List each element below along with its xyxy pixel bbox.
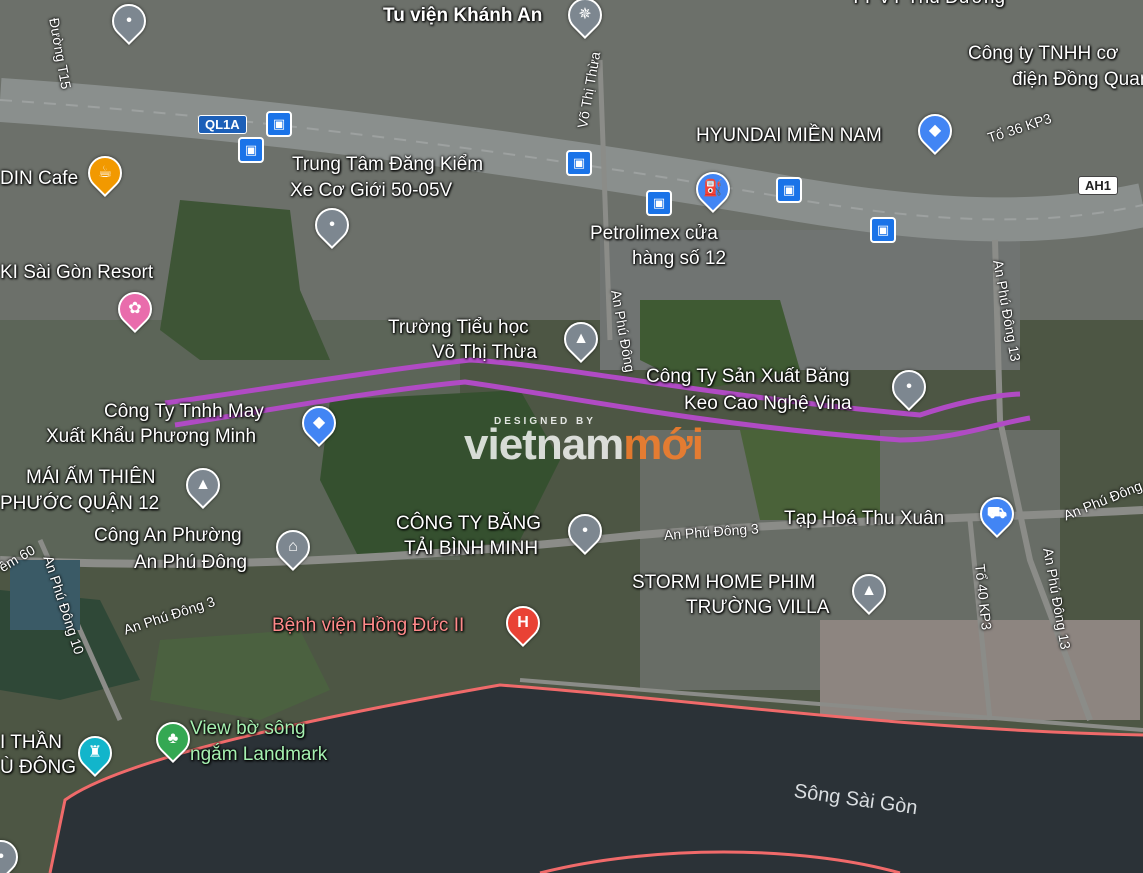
place-label-grocery[interactable]: Tạp Hoá Thu Xuân: [784, 507, 944, 531]
place-label-tape-company-2: Keo Cao Nghệ Vina: [684, 393, 852, 414]
place-label-garment-2: Xuất Khẩu Phương Minh: [46, 426, 257, 447]
bus-stop-icon[interactable]: ▣: [776, 177, 802, 203]
place-label-storm-home-2: TRƯỜNG VILLA: [686, 597, 830, 618]
place-label-police-2: An Phú Đông: [134, 552, 248, 573]
bus-stop-icon[interactable]: ▣: [238, 137, 264, 163]
place-label-view-2: ngắm Landmark: [190, 744, 328, 765]
place-label-cafe[interactable]: DIN Cafe: [0, 167, 78, 191]
ah1-shield: AH1: [1078, 176, 1119, 195]
ql1a-shield: QL1A: [198, 115, 247, 134]
place-label-school[interactable]: Trường Tiểu học: [388, 316, 529, 340]
place-label-left-edge-2: Ù ĐÔNG: [0, 757, 76, 778]
watermark-brand-accent: mới: [623, 420, 704, 469]
place-label-hospital[interactable]: Bệnh viện Hồng Đức II: [272, 614, 464, 638]
place-label-garment[interactable]: Công Ty Tnhh May: [104, 400, 264, 424]
place-label-view[interactable]: View bờ sông: [190, 717, 306, 741]
bus-stop-icon[interactable]: ▣: [266, 111, 292, 137]
place-label-top-cut: TT VT Thủ Đương: [850, 0, 1005, 10]
place-label-tape-company[interactable]: Công Ty Sản Xuất Băng: [646, 365, 850, 389]
place-label-shelter-2: PHƯỚC QUẬN 12: [0, 493, 160, 514]
place-label-inspection[interactable]: Trung Tâm Đăng Kiểm: [292, 153, 483, 177]
place-label-storm-home[interactable]: STORM HOME PHIM: [632, 571, 815, 595]
place-label-inspection-2: Xe Cơ Giới 50-05V: [290, 180, 453, 201]
place-label-shelter[interactable]: MÁI ẤM THIÊN: [26, 466, 156, 490]
watermark-brand-main: vietnam: [464, 420, 624, 469]
place-label-school-2: Võ Thị Thừa: [432, 342, 537, 363]
place-label-police[interactable]: Công An Phường: [94, 524, 242, 548]
place-label-petrolimex-2: hàng số 12: [632, 248, 727, 269]
satellite-map[interactable]: QL1A AH1 ▣ ▣ ▣ ▣ ▣ ▣ TT VT Thủ Đương Tu …: [0, 0, 1143, 873]
place-label-company-top-right-2: điện Đồng Quang: [1012, 69, 1143, 90]
place-label-tai-binh[interactable]: CÔNG TY BĂNG: [396, 512, 541, 536]
place-label-left-edge[interactable]: I THẦN: [0, 731, 62, 755]
bus-stop-icon[interactable]: ▣: [646, 190, 672, 216]
place-label-tai-binh-2: TẢI BÌNH MINH: [404, 538, 539, 559]
place-label-hyundai[interactable]: HYUNDAI MIỀN NAM: [696, 124, 882, 148]
place-label-petrolimex[interactable]: Petrolimex cửa: [590, 222, 718, 246]
place-label-library[interactable]: Tu viện Khánh An: [383, 4, 542, 28]
place-label-resort[interactable]: KI Sài Gòn Resort: [0, 261, 153, 285]
vietnammoi-watermark: vietnammới: [464, 420, 704, 470]
bus-stop-icon[interactable]: ▣: [566, 150, 592, 176]
place-label-company-top-right[interactable]: Công ty TNHH cơ: [968, 42, 1118, 66]
bus-stop-icon[interactable]: ▣: [870, 217, 896, 243]
